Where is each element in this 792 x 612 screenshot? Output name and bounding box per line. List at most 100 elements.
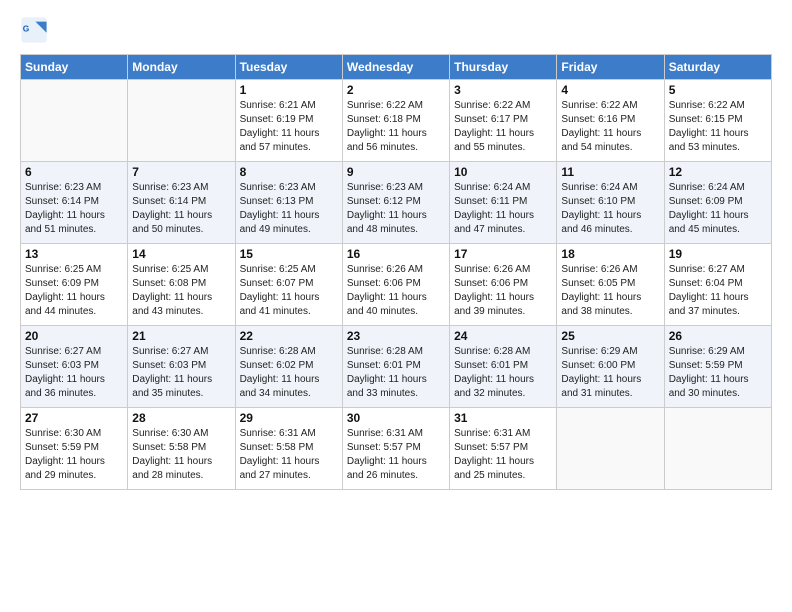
calendar-cell: 21Sunrise: 6:27 AMSunset: 6:03 PMDayligh… [128,326,235,408]
day-number: 14 [132,247,230,261]
day-info: Sunrise: 6:27 AMSunset: 6:03 PMDaylight:… [25,345,123,401]
day-number: 16 [347,247,445,261]
day-number: 27 [25,411,123,425]
calendar-day-header: Saturday [664,55,771,80]
day-number: 30 [347,411,445,425]
day-info: Sunrise: 6:23 AMSunset: 6:14 PMDaylight:… [25,181,123,237]
day-info: Sunrise: 6:24 AMSunset: 6:10 PMDaylight:… [561,181,659,237]
calendar-cell: 28 Sunrise: 6:30 AMSunset: 5:58 PMDayligh… [128,408,235,490]
calendar-cell: 16 Sunrise: 6:26 AMSunset: 6:06 PMDayligh… [342,244,449,326]
day-number: 20 [25,329,123,343]
calendar-week-row: 20 Sunrise: 6:27 AMSunset: 6:03 PMDayligh… [21,326,772,408]
calendar-table: SundayMondayTuesdayWednesdayThursdayFrid… [20,54,772,490]
day-number: 15 [240,247,338,261]
day-info: Sunrise: 6:31 AMSunset: 5:57 PMDaylight:… [454,427,552,483]
calendar-cell: 10 Sunrise: 6:24 AMSunset: 6:11 PMDayligh… [450,162,557,244]
day-number: 31 [454,411,552,425]
calendar-week-row: 6 Sunrise: 6:23 AMSunset: 6:14 PMDaylight… [21,162,772,244]
day-number: 6 [25,165,123,179]
day-number: 21 [132,329,230,343]
day-info: Sunrise: 6:25 AMSunset: 6:09 PMDaylight:… [25,263,123,319]
calendar-cell: 24Sunrise: 6:28 AMSunset: 6:01 PMDayligh… [450,326,557,408]
day-number: 28 [132,411,230,425]
day-number: 10 [454,165,552,179]
day-number: 7 [132,165,230,179]
day-info: Sunrise: 6:29 AMSunset: 5:59 PMDaylight:… [669,345,767,401]
day-info: Sunrise: 6:28 AMSunset: 6:02 PMDaylight:… [240,345,338,401]
calendar-cell: 27 Sunrise: 6:30 AMSunset: 5:59 PMDayligh… [21,408,128,490]
calendar-cell: 25 Sunrise: 6:29 AMSunset: 6:00 PMDayligh… [557,326,664,408]
svg-text:G: G [23,23,30,33]
calendar-cell: 3 Sunrise: 6:22 AMSunset: 6:17 PMDaylight… [450,80,557,162]
day-number: 29 [240,411,338,425]
calendar-day-header: Thursday [450,55,557,80]
day-info: Sunrise: 6:23 AMSunset: 6:14 PMDaylight:… [132,181,230,237]
calendar-cell: 26Sunrise: 6:29 AMSunset: 5:59 PMDayligh… [664,326,771,408]
calendar-cell: 4Sunrise: 6:22 AMSunset: 6:16 PMDaylight… [557,80,664,162]
calendar-week-row: 27 Sunrise: 6:30 AMSunset: 5:59 PMDayligh… [21,408,772,490]
day-number: 13 [25,247,123,261]
calendar-cell [128,80,235,162]
day-number: 25 [561,329,659,343]
day-number: 17 [454,247,552,261]
day-info: Sunrise: 6:30 AMSunset: 5:58 PMDaylight:… [132,427,230,483]
day-number: 12 [669,165,767,179]
day-info: Sunrise: 6:27 AMSunset: 6:04 PMDaylight:… [669,263,767,319]
calendar-week-row: 13 Sunrise: 6:25 AMSunset: 6:09 PMDayligh… [21,244,772,326]
page: G SundayMondayTuesdayWednesdayThursdayFr… [0,0,792,612]
day-info: Sunrise: 6:31 AMSunset: 5:57 PMDaylight:… [347,427,445,483]
day-info: Sunrise: 6:21 AMSunset: 6:19 PMDaylight:… [240,99,338,155]
calendar-day-header: Friday [557,55,664,80]
day-number: 5 [669,83,767,97]
calendar-cell: 14 Sunrise: 6:25 AMSunset: 6:08 PMDayligh… [128,244,235,326]
day-info: Sunrise: 6:23 AMSunset: 6:13 PMDaylight:… [240,181,338,237]
calendar-cell [664,408,771,490]
calendar-day-header: Sunday [21,55,128,80]
calendar-header-row: SundayMondayTuesdayWednesdayThursdayFrid… [21,55,772,80]
day-info: Sunrise: 6:26 AMSunset: 6:06 PMDaylight:… [347,263,445,319]
calendar-cell [21,80,128,162]
calendar-cell: 6 Sunrise: 6:23 AMSunset: 6:14 PMDaylight… [21,162,128,244]
day-info: Sunrise: 6:26 AMSunset: 6:06 PMDaylight:… [454,263,552,319]
day-number: 9 [347,165,445,179]
logo-icon: G [20,16,48,44]
day-number: 4 [561,83,659,97]
calendar-cell: 30 Sunrise: 6:31 AMSunset: 5:57 PMDayligh… [342,408,449,490]
calendar-cell: 8 Sunrise: 6:23 AMSunset: 6:13 PMDaylight… [235,162,342,244]
calendar-cell: 1 Sunrise: 6:21 AMSunset: 6:19 PMDaylight… [235,80,342,162]
day-info: Sunrise: 6:31 AMSunset: 5:58 PMDaylight:… [240,427,338,483]
day-info: Sunrise: 6:24 AMSunset: 6:11 PMDaylight:… [454,181,552,237]
calendar-day-header: Tuesday [235,55,342,80]
calendar-cell: 31 Sunrise: 6:31 AMSunset: 5:57 PMDayligh… [450,408,557,490]
day-number: 2 [347,83,445,97]
calendar-cell: 2 Sunrise: 6:22 AMSunset: 6:18 PMDaylight… [342,80,449,162]
calendar-cell: 22Sunrise: 6:28 AMSunset: 6:02 PMDayligh… [235,326,342,408]
day-number: 24 [454,329,552,343]
day-info: Sunrise: 6:23 AMSunset: 6:12 PMDaylight:… [347,181,445,237]
day-number: 3 [454,83,552,97]
calendar-cell [557,408,664,490]
day-number: 11 [561,165,659,179]
calendar-cell: 17 Sunrise: 6:26 AMSunset: 6:06 PMDayligh… [450,244,557,326]
day-info: Sunrise: 6:22 AMSunset: 6:18 PMDaylight:… [347,99,445,155]
calendar-cell: 11 Sunrise: 6:24 AMSunset: 6:10 PMDayligh… [557,162,664,244]
calendar-cell: 5Sunrise: 6:22 AMSunset: 6:15 PMDaylight… [664,80,771,162]
calendar-cell: 12Sunrise: 6:24 AMSunset: 6:09 PMDayligh… [664,162,771,244]
day-info: Sunrise: 6:22 AMSunset: 6:17 PMDaylight:… [454,99,552,155]
calendar-day-header: Wednesday [342,55,449,80]
calendar-cell: 15 Sunrise: 6:25 AMSunset: 6:07 PMDayligh… [235,244,342,326]
header: G [20,16,772,44]
day-number: 19 [669,247,767,261]
day-number: 1 [240,83,338,97]
day-number: 23 [347,329,445,343]
calendar-cell: 13 Sunrise: 6:25 AMSunset: 6:09 PMDayligh… [21,244,128,326]
day-info: Sunrise: 6:30 AMSunset: 5:59 PMDaylight:… [25,427,123,483]
day-info: Sunrise: 6:25 AMSunset: 6:08 PMDaylight:… [132,263,230,319]
day-number: 8 [240,165,338,179]
day-info: Sunrise: 6:25 AMSunset: 6:07 PMDaylight:… [240,263,338,319]
calendar-week-row: 1 Sunrise: 6:21 AMSunset: 6:19 PMDaylight… [21,80,772,162]
day-info: Sunrise: 6:29 AMSunset: 6:00 PMDaylight:… [561,345,659,401]
calendar-cell: 19 Sunrise: 6:27 AMSunset: 6:04 PMDayligh… [664,244,771,326]
calendar-cell: 7 Sunrise: 6:23 AMSunset: 6:14 PMDaylight… [128,162,235,244]
calendar-cell: 29 Sunrise: 6:31 AMSunset: 5:58 PMDayligh… [235,408,342,490]
